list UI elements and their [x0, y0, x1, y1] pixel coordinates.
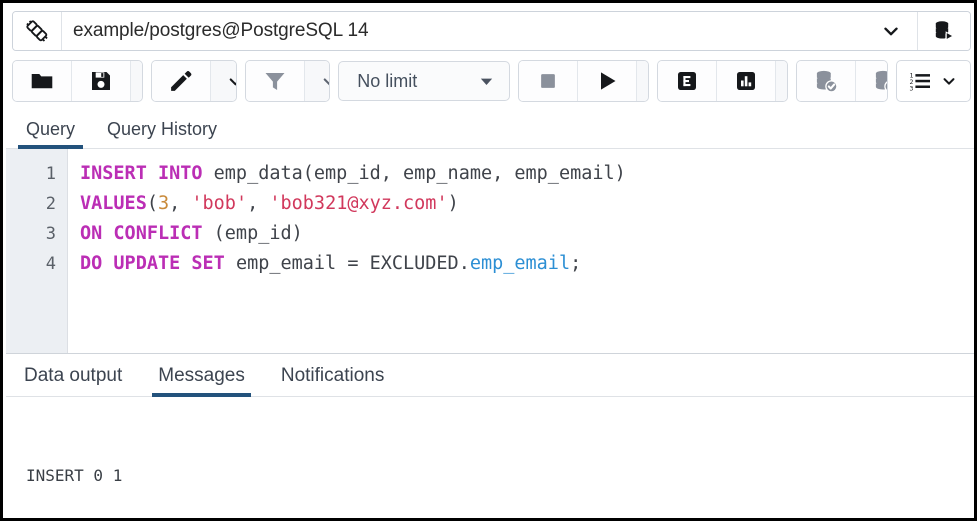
- sql-token: emp_data: [213, 163, 303, 184]
- sql-line: ON CONFLICT (emp_id): [80, 219, 974, 249]
- edit-button[interactable]: [151, 61, 211, 101]
- sql-token: ON CONFLICT: [80, 223, 214, 244]
- line-number: 4: [45, 254, 56, 274]
- pencil-edit-icon: [171, 70, 192, 91]
- explain-analyze-button[interactable]: [717, 61, 777, 101]
- message-line-insert-result: INSERT 0 1: [26, 466, 123, 485]
- tab-query[interactable]: Query: [18, 119, 84, 149]
- line-number-gutter: 1 2 3 4: [6, 149, 68, 353]
- database-commit-check-icon: [817, 70, 838, 93]
- triangle-down-icon: [478, 73, 495, 90]
- output-tab-bar: Data output Messages Notifications: [6, 353, 974, 397]
- open-file-button[interactable]: [13, 61, 72, 101]
- execute-dropdown-button[interactable]: [637, 61, 649, 101]
- stop-button[interactable]: [519, 61, 579, 101]
- save-dropdown-button[interactable]: [131, 61, 142, 101]
- rollback-button[interactable]: [856, 61, 888, 101]
- sql-token: (: [213, 223, 225, 244]
- explain-button-group: [657, 60, 789, 102]
- sql-token: INSERT INTO: [80, 163, 214, 184]
- sql-token: emp_email: [469, 253, 571, 274]
- row-limit-select[interactable]: No limit: [338, 61, 511, 101]
- line-number: 3: [45, 224, 56, 244]
- sql-token: ): [291, 223, 303, 244]
- sql-token: ,: [247, 193, 270, 214]
- macros-button[interactable]: 1 2 3: [896, 60, 972, 102]
- database-rollback-undo-icon: [876, 70, 888, 92]
- pgadmin-query-tool-window: example/postgres@PostgreSQL 14 No limit …: [0, 0, 977, 521]
- tab-data-output[interactable]: Data output: [18, 365, 128, 396]
- sql-token: 3: [157, 193, 170, 214]
- sql-token: VALUES: [80, 193, 147, 214]
- sql-line: INSERT INTO emp_data(emp_id, emp_name, e…: [80, 159, 974, 189]
- connection-bar: example/postgres@PostgreSQL 14: [6, 6, 974, 55]
- query-toolbar: No limit 1 2 3: [6, 55, 974, 107]
- filter-dropdown-button[interactable]: [304, 61, 330, 101]
- line-number: 1: [45, 164, 56, 184]
- explain-analyze-chart-icon: [737, 72, 756, 90]
- tab-notifications[interactable]: Notifications: [275, 365, 391, 396]
- folder-open-icon: [31, 73, 53, 89]
- sql-token: ): [614, 163, 626, 184]
- sql-token: ): [447, 193, 459, 214]
- sql-token: ;: [570, 253, 582, 274]
- commit-button[interactable]: [797, 61, 857, 101]
- sql-token: (: [146, 193, 158, 214]
- sql-token: emp_id, emp_name, emp_email: [313, 163, 615, 184]
- save-file-button[interactable]: [72, 61, 131, 101]
- database-run-icon[interactable]: [917, 11, 970, 50]
- tab-query-history[interactable]: Query History: [99, 119, 225, 148]
- sql-editor[interactable]: 1 2 3 4 INSERT INTO emp_data(emp_id, emp…: [6, 149, 974, 353]
- sql-token: 'bob': [191, 193, 248, 214]
- query-tab-bar: Query Query History: [6, 107, 974, 149]
- explain-e-icon: [678, 72, 697, 90]
- chevron-down-icon: [323, 77, 330, 85]
- tab-messages[interactable]: Messages: [152, 365, 251, 397]
- query-tool-content: example/postgres@PostgreSQL 14 No limit …: [6, 6, 974, 518]
- row-limit-label: No limit: [357, 70, 418, 91]
- transaction-button-group: [796, 60, 889, 102]
- sql-token: 'bob321@xyz.com': [269, 193, 448, 214]
- file-button-group: [12, 60, 143, 102]
- explain-button[interactable]: [658, 61, 718, 101]
- execute-button[interactable]: [578, 61, 638, 101]
- floppy-save-icon: [92, 72, 110, 90]
- messages-panel: INSERT 0 1 Query returned successfully i…: [6, 397, 974, 518]
- edit-button-group: [150, 60, 237, 102]
- stop-square-icon: [541, 74, 556, 88]
- sql-line: DO UPDATE SET emp_email = EXCLUDED.emp_e…: [80, 249, 974, 279]
- svg-text:3: 3: [910, 84, 914, 92]
- connection-plug-icon: [13, 11, 62, 50]
- sql-token: DO UPDATE SET: [80, 253, 236, 274]
- funnel-filter-icon: [265, 73, 285, 90]
- chevron-down-icon: [230, 77, 236, 85]
- play-triangle-icon: [601, 72, 616, 90]
- connection-selector[interactable]: example/postgres@PostgreSQL 14: [12, 10, 971, 51]
- connection-title: example/postgres@PostgreSQL 14: [73, 19, 369, 41]
- filter-button[interactable]: [245, 61, 305, 101]
- sql-token: ,: [169, 193, 192, 214]
- edit-dropdown-button[interactable]: [210, 61, 236, 101]
- sql-token: emp_email = EXCLUDED.: [235, 253, 470, 274]
- line-number: 2: [45, 194, 56, 214]
- numbered-list-icon: 1 2 3: [910, 72, 931, 92]
- sql-code-area[interactable]: INSERT INTO emp_data(emp_id, emp_name, e…: [68, 149, 974, 353]
- sql-line: VALUES(3, 'bob', 'bob321@xyz.com'): [80, 189, 974, 219]
- connection-dropdown-caret[interactable]: [865, 12, 917, 50]
- execute-button-group: [518, 60, 650, 102]
- filter-button-group: [244, 60, 331, 102]
- chevron-down-icon: [943, 78, 955, 85]
- sql-token: emp_id: [224, 223, 292, 244]
- sql-token: (: [302, 163, 314, 184]
- explain-dropdown-button[interactable]: [776, 61, 788, 101]
